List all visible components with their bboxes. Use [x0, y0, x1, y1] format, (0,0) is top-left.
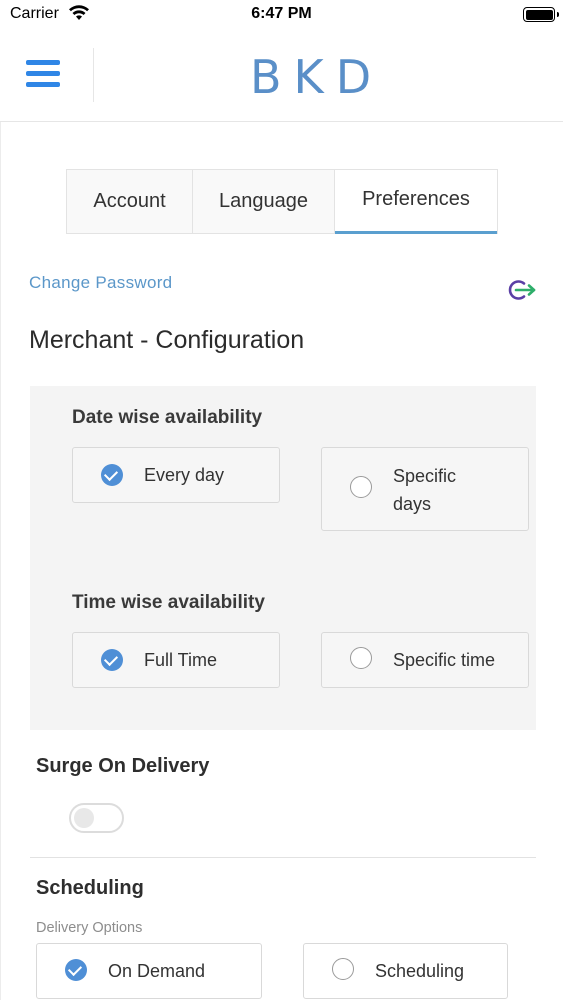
- tab-language[interactable]: Language: [193, 170, 335, 233]
- delivery-options-label: Delivery Options: [36, 920, 143, 936]
- change-password-link[interactable]: Change Password: [29, 273, 172, 293]
- scheduling-option[interactable]: Scheduling: [303, 943, 508, 999]
- specific-time-option[interactable]: Specific time: [321, 632, 529, 688]
- page-title: Merchant - Configuration: [29, 326, 305, 354]
- tab-preferences[interactable]: Preferences: [335, 170, 497, 234]
- surge-toggle[interactable]: [69, 803, 124, 833]
- status-bar: Carrier 6:47 PM: [0, 0, 563, 30]
- on-demand-option[interactable]: On Demand: [36, 943, 262, 999]
- checked-radio-icon: [101, 649, 123, 671]
- toggle-knob: [74, 808, 94, 828]
- app-header: BKD: [0, 30, 563, 122]
- option-label-line1: Specific: [393, 466, 457, 486]
- option-label: Full Time: [144, 650, 218, 670]
- logout-icon[interactable]: [507, 278, 537, 302]
- settings-tabs: Account Language Preferences: [66, 169, 498, 234]
- option-label: On Demand: [108, 961, 206, 981]
- section-divider: [30, 857, 536, 858]
- unchecked-radio-icon: [332, 958, 354, 980]
- clock-time: 6:47 PM: [251, 5, 312, 22]
- every-day-option[interactable]: Every day: [72, 447, 280, 503]
- tab-account[interactable]: Account: [67, 170, 193, 233]
- content-border: [0, 122, 1, 1000]
- unchecked-radio-icon: [350, 476, 372, 498]
- full-time-option[interactable]: Full Time: [72, 632, 280, 688]
- checked-radio-icon: [101, 464, 123, 486]
- option-label: Every day: [144, 465, 225, 485]
- header-divider: [93, 48, 94, 102]
- surge-on-delivery-title: Surge On Delivery: [36, 755, 210, 777]
- option-label: Scheduling: [375, 961, 465, 981]
- unchecked-radio-icon: [350, 647, 372, 669]
- scheduling-title: Scheduling: [36, 877, 144, 899]
- checked-radio-icon: [65, 959, 87, 981]
- availability-panel: Date wise availability Every day Specifi…: [30, 386, 536, 730]
- time-availability-heading: Time wise availability: [72, 592, 265, 613]
- hamburger-menu-icon[interactable]: [26, 60, 62, 90]
- option-label-line2: days: [393, 494, 432, 514]
- option-label: Specific time: [393, 650, 496, 670]
- battery-icon: [523, 7, 559, 22]
- specific-days-option[interactable]: Specific days: [321, 447, 529, 531]
- date-availability-heading: Date wise availability: [72, 407, 263, 428]
- app-logo: BKD: [250, 50, 384, 104]
